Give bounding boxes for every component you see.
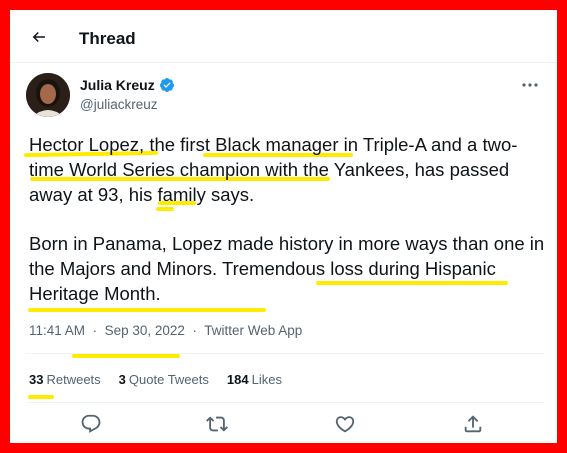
- author-handle[interactable]: @juliackreuz: [80, 97, 157, 112]
- meta-separator: ·: [192, 323, 197, 338]
- tweet-paragraph: Born in Panama, Lopez made history in mo…: [29, 233, 545, 304]
- tweet-date[interactable]: Sep 30, 2022: [105, 323, 185, 338]
- back-arrow-icon[interactable]: [30, 28, 48, 46]
- author-name[interactable]: Julia Kreuz: [80, 77, 175, 93]
- tweet-metadata: 11:41 AM · Sep 30, 2022 · Twitter Web Ap…: [29, 323, 302, 338]
- avatar[interactable]: [26, 73, 70, 117]
- verified-badge-icon: [159, 78, 174, 92]
- highlight-mark: [28, 395, 54, 399]
- meta-separator: ·: [92, 323, 98, 338]
- avatar-photo-icon: [26, 73, 70, 117]
- tweet-source[interactable]: Twitter Web App: [204, 323, 302, 338]
- tweet-text: Hector Lopez, the first Black manager in…: [29, 132, 549, 306]
- like-icon[interactable]: [334, 413, 356, 435]
- highlight-mark: [28, 308, 266, 312]
- share-icon[interactable]: [462, 413, 484, 435]
- tweet-paragraph: Hector Lopez, the first Black manager in…: [29, 134, 518, 205]
- highlight-mark: [72, 354, 180, 358]
- thread-view: Thread Julia Kreuz @juliackreuz Hector L…: [10, 10, 557, 443]
- author-name-text: Julia Kreuz: [80, 77, 155, 93]
- divider: [26, 353, 544, 354]
- engagement-stats: 33 Retweets 3 Quote Tweets 184 Likes: [29, 372, 282, 387]
- thread-header: Thread: [10, 10, 557, 63]
- quote-tweets-stat[interactable]: 3 Quote Tweets: [119, 372, 209, 387]
- likes-stat[interactable]: 184 Likes: [227, 372, 282, 387]
- page-title: Thread: [79, 29, 136, 48]
- tweet-actions: [10, 410, 557, 438]
- retweet-icon[interactable]: [206, 413, 228, 435]
- reply-icon[interactable]: [80, 413, 102, 435]
- retweets-stat[interactable]: 33 Retweets: [29, 372, 101, 387]
- divider: [26, 402, 544, 403]
- more-options-icon[interactable]: [521, 81, 539, 89]
- tweet-time[interactable]: 11:41 AM: [29, 323, 85, 338]
